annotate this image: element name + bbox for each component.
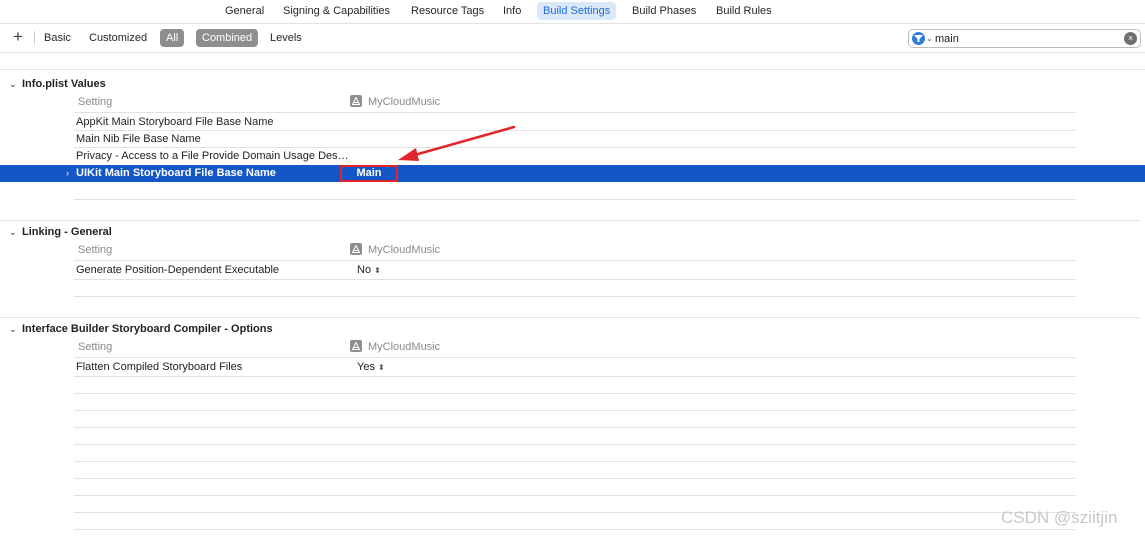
setting-row-name[interactable]: Flatten Compiled Storyboard Files [76, 359, 346, 375]
setting-row-name[interactable]: Generate Position-Dependent Executable [76, 262, 346, 278]
section-title: Info.plist Values [22, 78, 106, 90]
tab-build-phases[interactable]: Build Phases [626, 2, 702, 20]
filter-customized-button[interactable]: Customized [83, 29, 153, 47]
target-name: MyCloudMusic [368, 244, 441, 256]
chevron-down-icon[interactable]: ⌄ [9, 76, 19, 92]
divider [74, 444, 1076, 445]
filter-combined-button[interactable]: Combined [196, 29, 259, 47]
editor-tab-bar: General Signing & Capabilities Resource … [0, 0, 1145, 22]
annotation-arrow-icon [398, 125, 516, 161]
filter-basic-button[interactable]: Basic [38, 29, 77, 47]
setting-value[interactable]: No ⬍ [357, 262, 381, 278]
divider [74, 495, 1076, 496]
divider [74, 393, 1076, 394]
app-target-icon [350, 340, 362, 352]
section-header-linking-general[interactable]: ⌄ Linking - General [9, 224, 112, 240]
filter-levels-button[interactable]: Levels [264, 29, 308, 47]
tab-info[interactable]: Info [497, 2, 527, 20]
setting-value[interactable]: Yes ⬍ [357, 359, 385, 375]
setting-row-name: UIKit Main Storyboard File Base Name [76, 167, 276, 179]
column-header-setting: Setting [78, 96, 113, 108]
tab-build-rules[interactable]: Build Rules [710, 2, 778, 20]
divider [74, 427, 1076, 428]
watermark: CSDN @sziitjin [1001, 508, 1118, 527]
divider [74, 199, 1076, 200]
setting-value-text: No [357, 264, 372, 276]
target-name: MyCloudMusic [368, 96, 441, 108]
section-title: Linking - General [22, 226, 112, 238]
divider [74, 529, 1076, 530]
setting-value-text: Yes [357, 361, 375, 373]
divider [74, 357, 1076, 358]
setting-value[interactable]: Main [342, 167, 396, 180]
chevron-down-icon[interactable]: ⌄ [9, 321, 19, 337]
annotation-highlight-box: Main [340, 165, 398, 182]
filter-bar: + Basic Customized All Combined Levels ⌄… [0, 24, 1145, 52]
up-down-stepper-icon[interactable]: ⬍ [374, 266, 381, 275]
column-header-target: MyCloudMusic [350, 94, 440, 110]
selected-setting-row[interactable]: › UIKit Main Storyboard File Base Name M… [0, 165, 1145, 182]
divider [0, 220, 1140, 221]
tab-general[interactable]: General [219, 2, 270, 20]
divider [74, 112, 1076, 113]
divider [34, 31, 35, 45]
section-header-info-plist[interactable]: ⌄ Info.plist Values [9, 76, 106, 92]
chevron-right-icon[interactable]: › [66, 165, 69, 182]
search-input[interactable] [935, 31, 1115, 46]
column-header-target: MyCloudMusic [350, 339, 440, 355]
target-name: MyCloudMusic [368, 341, 441, 353]
tab-build-settings[interactable]: Build Settings [537, 2, 617, 20]
filter-icon[interactable] [912, 32, 925, 45]
divider [74, 279, 1076, 280]
setting-row-name[interactable]: Main Nib File Base Name [76, 131, 346, 147]
setting-row-name[interactable]: Privacy - Access to a File Provide Domai… [76, 148, 349, 164]
column-header-target: MyCloudMusic [350, 242, 440, 258]
divider [74, 260, 1076, 261]
chevron-down-icon[interactable]: ⌄ [926, 31, 933, 47]
section-header-ib-storyboard-compiler[interactable]: ⌄ Interface Builder Storyboard Compiler -… [9, 321, 273, 337]
divider [74, 512, 1076, 513]
divider [0, 317, 1140, 318]
divider [74, 376, 1076, 377]
clear-search-icon[interactable]: × [1124, 32, 1137, 45]
tab-signing-capabilities[interactable]: Signing & Capabilities [277, 2, 396, 20]
section-title: Interface Builder Storyboard Compiler - … [22, 323, 273, 335]
divider [0, 52, 1145, 53]
up-down-stepper-icon[interactable]: ⬍ [378, 363, 385, 372]
setting-row-name[interactable]: AppKit Main Storyboard File Base Name [76, 114, 346, 130]
chevron-down-icon[interactable]: ⌄ [9, 224, 19, 240]
tab-resource-tags[interactable]: Resource Tags [405, 2, 490, 20]
divider [74, 410, 1076, 411]
search-field[interactable]: ⌄ × [908, 29, 1141, 48]
app-target-icon [350, 95, 362, 107]
column-header-setting: Setting [78, 341, 113, 353]
divider [74, 478, 1076, 479]
divider [74, 296, 1076, 297]
filter-all-button[interactable]: All [160, 29, 185, 47]
divider [0, 69, 1145, 70]
column-header-setting: Setting [78, 244, 113, 256]
add-setting-button[interactable]: + [10, 28, 26, 46]
divider [74, 461, 1076, 462]
app-target-icon [350, 243, 362, 255]
